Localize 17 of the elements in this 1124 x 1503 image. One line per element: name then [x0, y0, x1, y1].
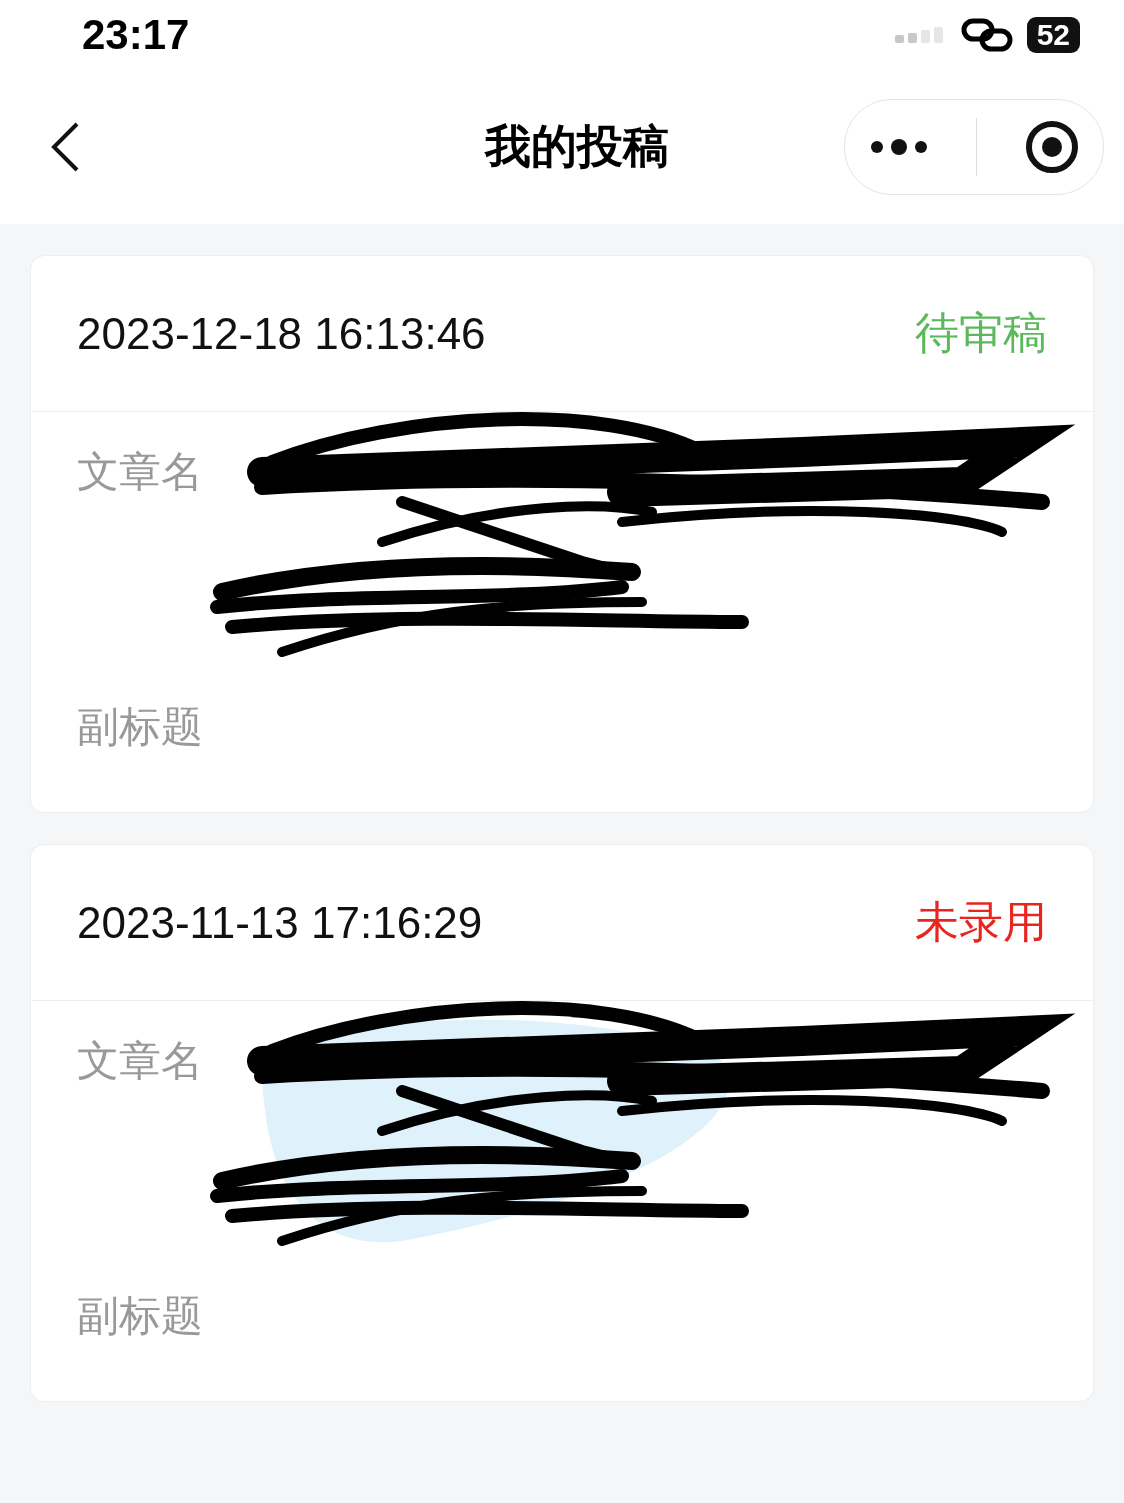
- submission-card[interactable]: 2023-12-18 16:13:46 待审稿 文章名 副标题: [30, 255, 1094, 813]
- battery-indicator: 52: [1026, 17, 1080, 53]
- status-label: 待审稿: [915, 306, 1047, 360]
- field-label: 副标题: [77, 701, 203, 753]
- submission-card[interactable]: 2023-11-13 17:16:29 未录用 文章名 副标题: [30, 844, 1094, 1402]
- field-label: 文章名: [77, 446, 203, 498]
- field-label: 副标题: [77, 1290, 203, 1342]
- status-time: 23:17: [82, 11, 190, 59]
- back-icon[interactable]: [50, 122, 80, 172]
- submission-time: 2023-12-18 16:13:46: [77, 308, 486, 359]
- page-title: 我的投稿: [485, 118, 669, 175]
- more-icon[interactable]: [868, 137, 929, 157]
- submission-time: 2023-11-13 17:16:29: [77, 897, 483, 948]
- status-label: 未录用: [915, 895, 1047, 949]
- link-icon: [960, 18, 1013, 52]
- field-label: 文章名: [77, 1035, 203, 1087]
- close-icon[interactable]: [1025, 120, 1080, 174]
